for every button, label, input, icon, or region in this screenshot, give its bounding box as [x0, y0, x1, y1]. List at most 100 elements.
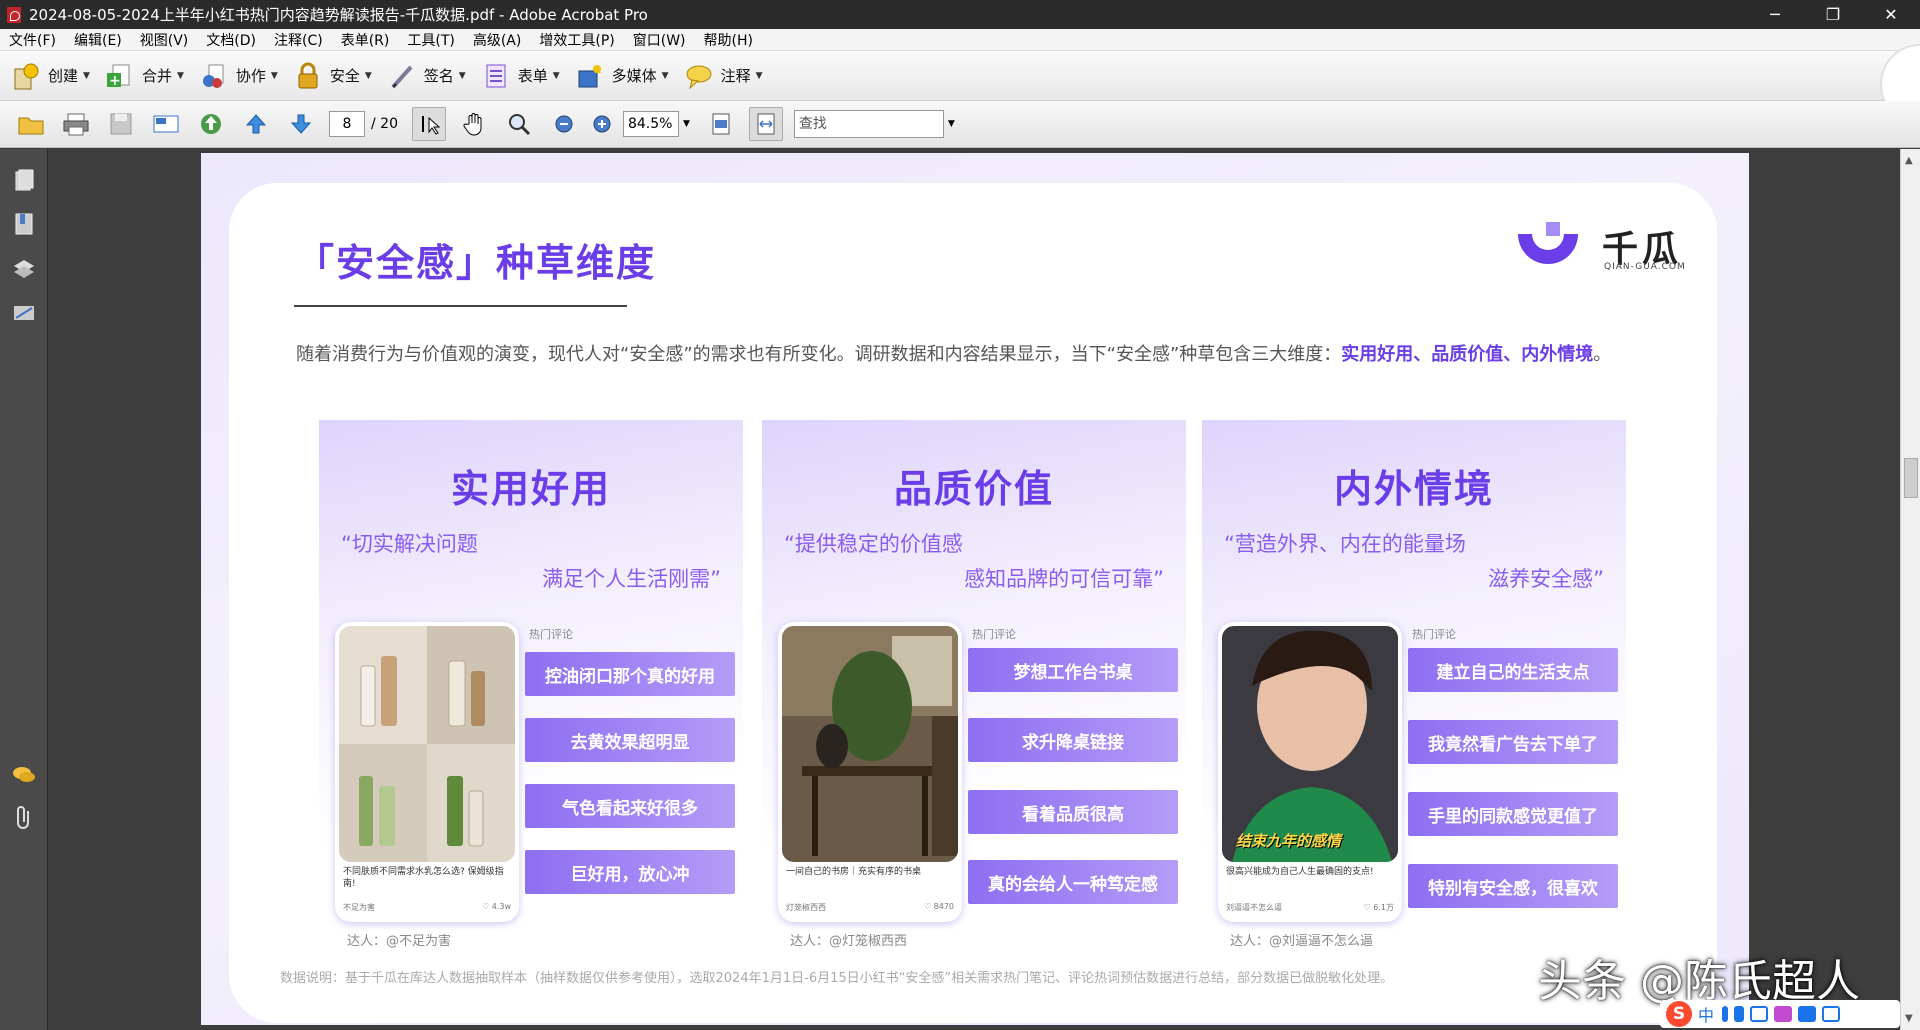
- ime-mode[interactable]: 中: [1698, 1002, 1714, 1026]
- qiangua-logo: 千瓜 QIAN-GUA.COM: [1512, 220, 1686, 280]
- restore-button[interactable]: ❐: [1804, 0, 1862, 29]
- scroll-down-icon[interactable]: ▼: [1905, 1013, 1913, 1024]
- tasks-toolbar: 创建 ▼ + 合并 ▼ 协作 ▼ 安全 ▼ 签名 ▼ 表单 ▼ 多媒体 ▼ 注释 ▼: [0, 51, 1920, 101]
- menu-window[interactable]: 窗口(W): [624, 30, 695, 50]
- selfie-image: 结束九年的感情: [1222, 626, 1398, 862]
- chevron-down-icon[interactable]: ▼: [683, 119, 690, 129]
- multimedia-button[interactable]: 多媒体 ▼: [574, 56, 669, 96]
- collaborate-icon: [198, 60, 230, 92]
- menu-file[interactable]: 文件(F): [0, 30, 65, 50]
- sign-button[interactable]: 签名 ▼: [386, 56, 466, 96]
- creator-credit: 达人：@刘逼逼不怎么逼: [1230, 934, 1374, 949]
- chevron-down-icon: ▼: [552, 70, 560, 81]
- skin-icon[interactable]: [1774, 1006, 1793, 1022]
- title-underline: [294, 305, 627, 307]
- comment-button[interactable]: 注释 ▼: [683, 56, 763, 96]
- menu-advanced[interactable]: 高级(A): [464, 30, 531, 50]
- hot-comment: 手里的同款感觉更值了: [1408, 792, 1618, 836]
- find-input[interactable]: 查找: [793, 110, 944, 138]
- email-icon[interactable]: [149, 107, 183, 141]
- menu-forms[interactable]: 表单(R): [332, 30, 399, 50]
- dimension-card-context: 内外情境 “营造外界、内在的能量场 滋养安全感” 结束九年的感情 很高兴能成为自…: [1202, 420, 1626, 960]
- zoom-tool-icon[interactable]: [502, 107, 536, 141]
- chevron-down-icon: ▼: [364, 70, 372, 81]
- open-folder-icon[interactable]: [14, 107, 48, 141]
- minimize-button[interactable]: ─: [1746, 0, 1804, 29]
- chevron-down-icon: ▼: [755, 70, 763, 81]
- hot-comment: 求升降桌链接: [968, 718, 1178, 762]
- create-button[interactable]: 创建 ▼: [10, 56, 90, 96]
- window-title: 2024-08-05-2024上半年小红书热门内容趋势解读报告-千瓜数据.pdf…: [29, 6, 648, 24]
- pages-icon[interactable]: [10, 167, 38, 195]
- vertical-scrollbar[interactable]: ▲ ▼: [1900, 149, 1920, 1030]
- menu-help[interactable]: 帮助(H): [695, 30, 762, 50]
- menu-plugins[interactable]: 增效工具(P): [530, 30, 623, 50]
- note-preview[interactable]: 不同肤质不同需求水乳怎么选? 保姆级指南! 不足为害 ♡ 4.3w: [335, 622, 519, 922]
- menu-bar: 文件(F) 编辑(E) 视图(V) 文档(D) 注释(C) 表单(R) 工具(T…: [0, 29, 1920, 51]
- arrow-up-icon[interactable]: [239, 107, 273, 141]
- chevron-down-icon: ▼: [176, 70, 184, 81]
- chevron-down-icon: ▼: [458, 70, 466, 81]
- page-number-input[interactable]: 8: [329, 111, 365, 137]
- menu-document[interactable]: 文档(D): [197, 30, 265, 50]
- menu-view[interactable]: 视图(V): [131, 30, 198, 50]
- create-pdf-icon: [10, 60, 42, 92]
- zoom-out-icon[interactable]: [547, 107, 581, 141]
- game-icon[interactable]: [1798, 1006, 1817, 1022]
- svg-text:+: +: [109, 73, 121, 89]
- select-text-icon[interactable]: [411, 107, 446, 141]
- chevron-down-icon: ▼: [270, 70, 278, 81]
- signatures-icon[interactable]: [10, 299, 38, 327]
- menu-comments[interactable]: 注释(C): [265, 30, 332, 50]
- arrow-down-icon[interactable]: [284, 107, 318, 141]
- hot-comment: 真的会给人一种笃定感: [968, 860, 1178, 904]
- fit-width-icon[interactable]: [748, 107, 783, 141]
- microphone-icon[interactable]: [1734, 1006, 1745, 1022]
- creator-credit: 达人：@灯笼椒西西: [790, 934, 908, 949]
- navigation-pane: [0, 149, 48, 1030]
- study-room-image: [782, 626, 958, 862]
- close-button[interactable]: ✕: [1862, 0, 1920, 29]
- scroll-up-icon[interactable]: ▲: [1905, 155, 1913, 166]
- data-footnote: 数据说明：基于千瓜在库达人数据抽取样本（抽样数据仅供参考使用），选取2024年1…: [280, 971, 1394, 986]
- dimension-card-practical: 实用好用 “切实解决问题 满足个人生活刚需” 不同肤质不同需求水乳怎么选? 保姆…: [319, 420, 743, 960]
- combine-icon: +: [104, 60, 136, 92]
- print-icon[interactable]: [59, 107, 93, 141]
- heart-icon: ♡ 8470: [923, 902, 954, 911]
- hand-icon[interactable]: [457, 107, 491, 141]
- dimension-card-quality: 品质价值 “提供稳定的价值感 感知品牌的可信可靠” 一间自己的书房｜充实有序的书…: [762, 420, 1186, 960]
- comments-pane-icon[interactable]: [10, 761, 38, 789]
- chevron-down-icon[interactable]: ▼: [948, 119, 955, 129]
- note-preview[interactable]: 一间自己的书房｜充实有序的书桌 灯笼椒西西 ♡ 8470: [778, 622, 962, 922]
- forms-button[interactable]: 表单 ▼: [480, 56, 560, 96]
- page-total: / 20: [371, 116, 398, 132]
- note-preview[interactable]: 结束九年的感情 很高兴能成为自己人生最确固的支点! 刘逼逼不怎么逼 ♡ 6.1万: [1218, 622, 1402, 922]
- layers-icon[interactable]: [10, 255, 38, 283]
- menu-tools[interactable]: 工具(T): [398, 30, 463, 50]
- menu-edit[interactable]: 编辑(E): [65, 30, 131, 50]
- zoom-in-icon[interactable]: [585, 107, 619, 141]
- form-icon: [480, 60, 512, 92]
- upload-icon[interactable]: [194, 107, 228, 141]
- hot-comment: 巨好用，放心冲: [525, 850, 735, 894]
- ime-toolbar[interactable]: S 中: [1660, 1000, 1900, 1028]
- hot-comment: 控油闭口那个真的好用: [525, 652, 735, 696]
- save-icon[interactable]: [104, 107, 138, 141]
- multimedia-icon: [574, 60, 606, 92]
- fit-page-icon[interactable]: [704, 107, 738, 141]
- title-bar: 2024-08-05-2024上半年小红书热门内容趋势解读报告-千瓜数据.pdf…: [0, 0, 1920, 29]
- secure-button[interactable]: 安全 ▼: [292, 56, 372, 96]
- heart-icon: ♡ 4.3w: [482, 902, 511, 911]
- navigation-toolbar: 8 / 20 84.5% ▼ 查找 ▼: [0, 101, 1920, 148]
- toolbox-icon[interactable]: [1822, 1006, 1841, 1022]
- attachments-icon[interactable]: [10, 804, 38, 832]
- combine-button[interactable]: + 合并 ▼: [104, 56, 184, 96]
- comment-icon: [683, 60, 715, 92]
- keyboard-icon[interactable]: [1750, 1006, 1769, 1022]
- bookmarks-icon[interactable]: [10, 211, 38, 239]
- hot-comment: 看着品质很高: [968, 790, 1178, 834]
- collaborate-button[interactable]: 协作 ▼: [198, 56, 278, 96]
- punctuation-icon[interactable]: [1722, 1006, 1729, 1022]
- zoom-level-input[interactable]: 84.5%: [622, 111, 679, 137]
- scroll-thumb[interactable]: [1904, 458, 1918, 498]
